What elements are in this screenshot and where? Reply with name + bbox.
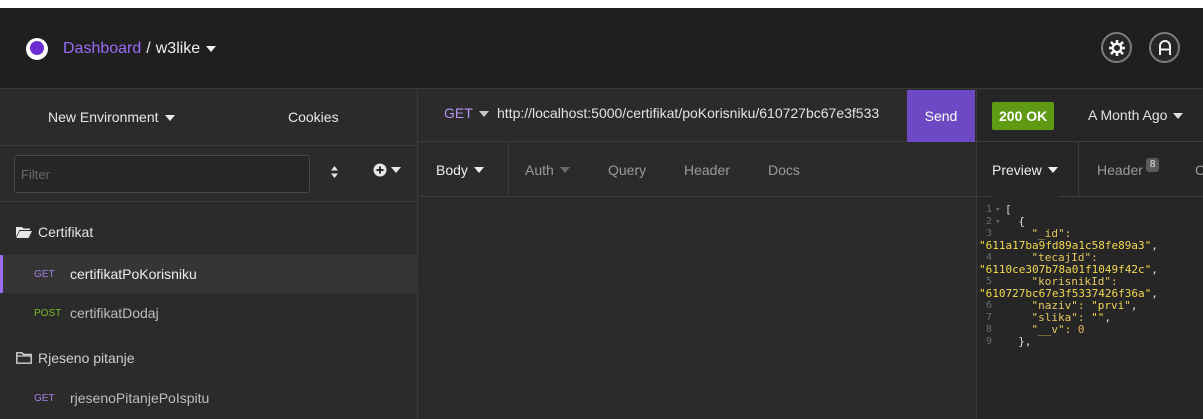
line-number: 9: [985, 336, 992, 347]
tab-query[interactable]: Query: [608, 142, 646, 197]
method-label: GET: [444, 105, 473, 121]
folder-label: Rjeseno pitanje: [38, 350, 135, 366]
tab-label: Preview: [992, 161, 1042, 178]
line-number: 7: [985, 312, 992, 323]
response-history-dropdown[interactable]: A Month Ago: [1088, 107, 1184, 123]
folder-closed-icon: [16, 352, 32, 364]
method-badge: GET: [34, 392, 55, 404]
line-number: 2: [985, 216, 992, 227]
sidebar: New Environment Cookies Certifikat GET c…: [0, 90, 418, 419]
chevron-down-icon: [559, 166, 570, 173]
tab-cookies-partial[interactable]: C: [1195, 142, 1203, 197]
environment-selector[interactable]: New Environment: [48, 109, 175, 125]
tab-label: Auth: [525, 161, 554, 178]
folder-rjeseno-pitanje[interactable]: Rjeseno pitanje: [0, 339, 418, 377]
line-number: 8: [985, 324, 992, 335]
fold-arrow-icon[interactable]: ▾: [995, 216, 1000, 228]
request-item-active[interactable]: GET certifikatPoKorisniku: [0, 255, 418, 293]
method-dropdown[interactable]: GET: [444, 105, 489, 121]
request-tabs: Body Auth Query Header Docs: [419, 142, 975, 197]
response-tabs: Preview Header8 C: [977, 142, 1203, 197]
chevron-down-icon: [206, 45, 217, 52]
code-token: ,: [1104, 311, 1111, 324]
request-item[interactable]: GET rjesenoPitanjePoIspitu: [0, 379, 418, 417]
url-bar: GET http://localhost:5000/certifikat/poK…: [419, 90, 975, 142]
code-line: 9 },: [977, 336, 1203, 348]
chevron-down-icon: [164, 115, 175, 122]
gear-icon: [1108, 39, 1125, 56]
code-text: },: [1005, 335, 1032, 348]
code-token: ,: [1151, 239, 1158, 252]
environment-label: New Environment: [48, 109, 159, 125]
insomnia-app: Dashboard / w3like New Environment Cooki…: [0, 8, 1203, 419]
account-button[interactable]: [1149, 32, 1180, 63]
tab-header[interactable]: Header: [684, 142, 730, 197]
line-number: 1: [985, 204, 992, 215]
tab-body[interactable]: Body: [436, 142, 484, 197]
plus-circle-icon: [373, 163, 387, 177]
chevron-down-icon: [391, 167, 401, 173]
folder-open-icon: [16, 227, 32, 238]
project-name: w3like: [155, 40, 201, 57]
breadcrumb-separator: /: [146, 40, 151, 57]
code-token: ,: [1151, 287, 1158, 300]
dashboard-link[interactable]: Dashboard: [63, 40, 141, 57]
request-pane: GET http://localhost:5000/certifikat/poK…: [419, 90, 975, 419]
response-pane: 200 OK A Month Ago Preview Header8 C 1▾[…: [976, 90, 1203, 419]
request-label: certifikatPoKorisniku: [70, 266, 197, 282]
tab-docs[interactable]: Docs: [768, 142, 800, 197]
code-token: },: [1005, 335, 1032, 348]
chevron-down-icon: [478, 111, 489, 118]
request-label: certifikatDodaj: [70, 305, 159, 321]
environment-row: New Environment Cookies: [0, 90, 418, 146]
folder-certifikat[interactable]: Certifikat: [0, 213, 418, 251]
tab-divider: [508, 142, 509, 197]
sort-icon[interactable]: [330, 165, 339, 184]
title-bar: Dashboard / w3like: [0, 8, 1203, 89]
tab-divider: [1078, 142, 1079, 197]
account-icon: [1158, 39, 1171, 55]
code-token: ,: [1151, 263, 1158, 276]
folder-label: Certifikat: [38, 224, 94, 240]
response-body-viewer[interactable]: 1 ▾[2 ▾ {3 "_id": "611a17ba9fd89a1c58fe89a3…: [977, 204, 1203, 348]
send-button[interactable]: Send: [907, 90, 975, 142]
tab-auth[interactable]: Auth: [525, 142, 570, 197]
tab-preview[interactable]: Preview: [992, 142, 1058, 197]
cookies-button[interactable]: Cookies: [288, 109, 339, 125]
request-label: rjesenoPitanjePoIspitu: [70, 390, 210, 406]
settings-button[interactable]: [1101, 32, 1132, 63]
code-token: 0: [1077, 323, 1085, 336]
status-row: 200 OK A Month Ago: [977, 90, 1203, 142]
project-selector[interactable]: w3like: [155, 40, 217, 57]
add-request-button[interactable]: [373, 163, 401, 177]
url-input[interactable]: http://localhost:5000/certifikat/poKoris…: [497, 105, 879, 121]
filter-input[interactable]: [14, 155, 310, 193]
app-logo-icon[interactable]: [26, 38, 48, 60]
chevron-down-icon: [1047, 166, 1058, 173]
line-number: 6: [985, 300, 992, 311]
tab-label: Header: [1097, 161, 1143, 178]
code-token: "": [1091, 311, 1105, 324]
time-label: A Month Ago: [1088, 107, 1168, 123]
tab-label: Body: [436, 161, 468, 178]
tab-response-header[interactable]: Header 8: [1097, 142, 1160, 197]
header-count-badge: 8: [1145, 157, 1160, 172]
method-badge: GET: [34, 268, 55, 280]
fold-arrow-icon[interactable]: ▾: [995, 204, 1000, 216]
breadcrumb: Dashboard / w3like: [63, 38, 217, 60]
request-item[interactable]: POST certifikatDodaj: [0, 294, 418, 332]
status-badge: 200 OK: [992, 102, 1055, 130]
code-token: ,: [1130, 299, 1138, 312]
method-badge: POST: [34, 307, 62, 319]
filter-row: [0, 146, 418, 202]
chevron-down-icon: [1173, 113, 1184, 120]
chevron-down-icon: [473, 166, 484, 173]
